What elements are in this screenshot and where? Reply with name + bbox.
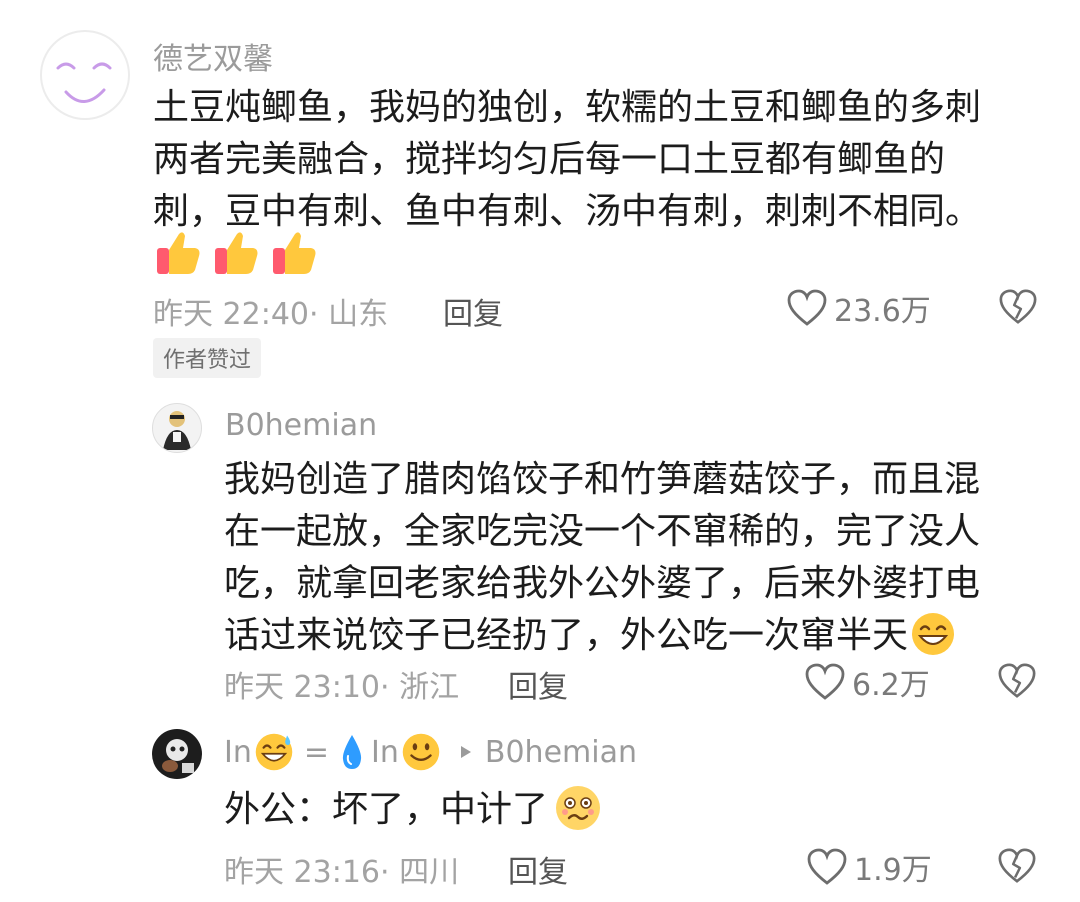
username[interactable]: In = In B0hemian — [224, 732, 637, 772]
dislike-button[interactable] — [997, 661, 1037, 705]
username-separator: = — [303, 734, 330, 770]
heart-outline-icon — [807, 848, 847, 885]
droplet-icon — [342, 735, 362, 769]
comment-meta: 昨天 22:40· 山东 — [153, 297, 389, 332]
comment-3: In = In B0hemian 外公：坏了，中计了 昨天 23:16· 四川 … — [0, 720, 1080, 902]
username[interactable]: 德艺双馨 — [153, 34, 273, 78]
thumbs-up-icon — [157, 232, 200, 274]
comment-line: 在一起放，全家吃完没一个不窜稀的，完了没人 — [224, 511, 981, 552]
like-count: 6.2万 — [852, 668, 930, 703]
thumbs-up-icon — [273, 232, 316, 274]
grin-emoji-icon — [912, 613, 955, 655]
comment-2: B0hemian 我妈创造了腊肉馅饺子和竹笋蘑菇饺子，而且混 在一起放，全家吃完… — [0, 390, 1080, 720]
like-button[interactable]: 23.6万 — [786, 286, 931, 330]
reply-button[interactable]: 回复 — [508, 847, 568, 891]
like-count: 23.6万 — [834, 294, 931, 329]
smile-face-icon — [56, 62, 112, 103]
right-triangle-icon — [460, 746, 471, 758]
comment-line-text: 外公：坏了，中计了 — [224, 789, 549, 830]
username[interactable]: B0hemian — [225, 408, 377, 443]
comment-line: 我妈创造了腊肉馅饺子和竹笋蘑菇饺子，而且混 — [224, 459, 981, 500]
author-liked-badge: 作者赞过 — [153, 338, 262, 378]
comment-body: 土豆炖鲫鱼，我妈的独创，软糯的土豆和鲫鱼的多刺 两者完美融合，搅拌均匀后每一口土… — [153, 82, 981, 238]
comment-body: 外公：坏了，中计了 — [224, 784, 602, 836]
username-part: In — [371, 734, 399, 770]
comment-line: 吃，就拿回老家给我外公外婆了，后来外婆打电 — [224, 563, 981, 604]
emoji-row — [153, 228, 319, 278]
comment-body: 我妈创造了腊肉馅饺子和竹笋蘑菇饺子，而且混 在一起放，全家吃完没一个不窜稀的，完… — [224, 454, 980, 662]
like-button[interactable]: 1.9万 — [806, 845, 932, 889]
thumbs-up-icon — [215, 232, 258, 274]
like-button[interactable]: 6.2万 — [804, 660, 930, 704]
reply-button[interactable]: 回复 — [443, 289, 503, 333]
user-avatar-icon — [163, 411, 191, 450]
dislike-button[interactable] — [998, 287, 1038, 331]
broken-heart-icon — [999, 289, 1037, 324]
smile-emoji-icon — [402, 733, 440, 771]
comment-1: 德艺双馨 土豆炖鲫鱼，我妈的独创，软糯的土豆和鲫鱼的多刺 两者完美融合，搅拌均匀… — [0, 0, 1080, 390]
comment-line-text: 话过来说饺子已经扔了，外公吃一次窜半天 — [224, 615, 909, 656]
comment-line: 话过来说饺子已经扔了，外公吃一次窜半天 — [224, 610, 980, 662]
avatar[interactable] — [152, 729, 202, 779]
avatar[interactable] — [152, 403, 202, 453]
reply-button[interactable]: 回复 — [508, 662, 568, 706]
comment-meta: 昨天 23:16· 四川 — [224, 855, 460, 890]
username-part: In — [224, 734, 252, 770]
sweat-grin-emoji-icon — [255, 733, 293, 771]
like-count: 1.9万 — [854, 853, 932, 888]
comment-line: 土豆炖鲫鱼，我妈的独创，软糯的土豆和鲫鱼的多刺 — [153, 87, 982, 128]
dislike-button[interactable] — [997, 846, 1037, 890]
broken-heart-icon — [998, 663, 1036, 698]
user-avatar-icon — [162, 739, 194, 773]
comment-meta: 昨天 23:10· 浙江 — [224, 670, 460, 705]
broken-heart-icon — [998, 848, 1036, 883]
reply-to-username[interactable]: B0hemian — [485, 735, 637, 770]
heart-outline-icon — [805, 663, 845, 700]
heart-outline-icon — [787, 289, 827, 326]
comment-line: 两者完美融合，搅拌均匀后每一口土豆都有鲫鱼的 — [153, 139, 946, 180]
avatar[interactable] — [40, 30, 130, 120]
comment-line: 外公：坏了，中计了 — [224, 784, 602, 836]
woozy-emoji-icon — [556, 786, 601, 830]
